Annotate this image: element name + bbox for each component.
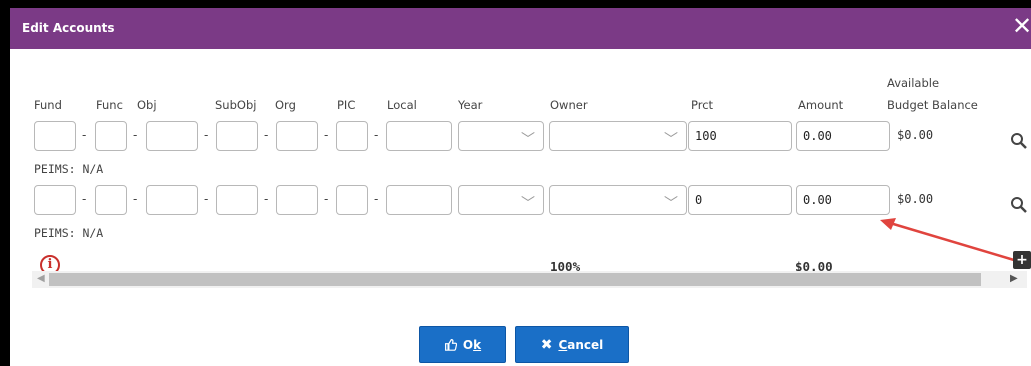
- header-obj: Obj: [137, 98, 157, 112]
- separator: -: [324, 192, 329, 206]
- header-subobj: SubObj: [215, 98, 257, 112]
- annotation-arrow: [880, 218, 1015, 262]
- year-select[interactable]: ﹀: [458, 185, 544, 215]
- search-icon[interactable]: [1010, 132, 1028, 150]
- amount-input[interactable]: 0.00: [796, 185, 890, 215]
- chevron-down-icon: ﹀: [521, 196, 535, 212]
- chevron-down-icon: ﹀: [521, 132, 535, 148]
- separator: -: [324, 128, 329, 142]
- separator: -: [264, 192, 269, 206]
- header-fund: Fund: [34, 98, 62, 112]
- ok-button[interactable]: Ok: [419, 326, 506, 363]
- org-input[interactable]: [276, 185, 318, 215]
- header-available: Available: [887, 76, 940, 90]
- obj-input[interactable]: [146, 121, 198, 151]
- chevron-down-icon: ﹀: [664, 132, 678, 148]
- local-input[interactable]: [386, 121, 452, 151]
- prct-input[interactable]: 0: [688, 185, 792, 215]
- separator: -: [374, 128, 379, 142]
- obj-input[interactable]: [146, 185, 198, 215]
- horizontal-scrollbar[interactable]: ◀ ▶: [32, 271, 1027, 288]
- chevron-down-icon: ﹀: [664, 196, 678, 212]
- available-balance: $0.00: [897, 128, 934, 142]
- year-select[interactable]: ﹀: [458, 121, 544, 151]
- separator: -: [374, 192, 379, 206]
- separator: -: [204, 128, 209, 142]
- fund-input[interactable]: [34, 185, 76, 215]
- amount-input[interactable]: 0.00: [796, 121, 890, 151]
- header-amount: Amount: [798, 98, 844, 112]
- pic-input[interactable]: [336, 185, 368, 215]
- dialog-title: Edit Accounts: [22, 21, 115, 35]
- separator: -: [82, 128, 87, 142]
- separator: -: [82, 192, 87, 206]
- org-input[interactable]: [276, 121, 318, 151]
- header-budget-balance: Budget Balance: [887, 98, 978, 112]
- prct-input[interactable]: 100: [688, 121, 792, 151]
- x-icon: ✖: [540, 336, 553, 353]
- separator: -: [204, 192, 209, 206]
- cancel-label: Cancel: [558, 337, 604, 352]
- dialog-titlebar: Edit Accounts ✕: [10, 8, 1031, 49]
- plus-icon[interactable]: +: [1013, 251, 1031, 269]
- subobj-input[interactable]: [216, 121, 258, 151]
- header-local: Local: [387, 98, 417, 112]
- available-balance: $0.00: [897, 192, 934, 206]
- header-pic: PIC: [337, 98, 356, 112]
- scroll-right-icon[interactable]: ▶: [1010, 273, 1018, 284]
- header-func: Func: [96, 98, 123, 112]
- func-input[interactable]: [95, 185, 127, 215]
- scroll-left-icon[interactable]: ◀: [37, 273, 45, 284]
- search-icon[interactable]: [1010, 196, 1028, 214]
- pic-input[interactable]: [336, 121, 368, 151]
- fund-input[interactable]: [34, 121, 76, 151]
- cancel-button[interactable]: ✖ Cancel: [515, 326, 629, 363]
- separator: -: [264, 128, 269, 142]
- ok-label: Ok: [462, 337, 482, 352]
- peims-label: PEIMS: N/A: [34, 162, 104, 176]
- edit-accounts-dialog: Edit Accounts ✕ Fund Func Obj SubObj Org…: [10, 8, 1031, 366]
- separator: -: [133, 192, 138, 206]
- scrollbar-thumb[interactable]: [49, 273, 981, 286]
- header-year: Year: [458, 98, 483, 112]
- header-prct: Prct: [691, 98, 714, 112]
- separator: -: [133, 128, 138, 142]
- subobj-input[interactable]: [216, 185, 258, 215]
- peims-label: PEIMS: N/A: [34, 226, 104, 240]
- header-org: Org: [275, 98, 296, 112]
- func-input[interactable]: [95, 121, 127, 151]
- header-owner: Owner: [550, 98, 588, 112]
- owner-select[interactable]: ﹀: [549, 121, 687, 151]
- thumbs-up-icon: [444, 339, 457, 351]
- close-icon[interactable]: ✕: [1012, 12, 1031, 40]
- owner-select[interactable]: ﹀: [549, 185, 687, 215]
- local-input[interactable]: [386, 185, 452, 215]
